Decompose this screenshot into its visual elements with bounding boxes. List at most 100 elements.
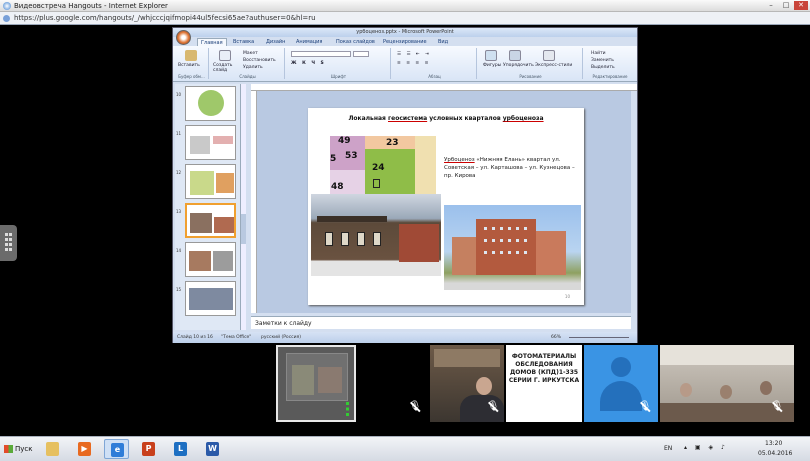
thumb-number: 13 [176, 209, 182, 214]
site-icon [3, 15, 10, 22]
taskbar-powerpoint[interactable]: P [136, 439, 161, 459]
group-paragraph-label: Абзац [428, 74, 441, 79]
map-label: 53 [345, 151, 358, 161]
side-panel-toggle[interactable] [0, 225, 17, 261]
delete-button[interactable]: Удалить [243, 65, 263, 70]
thumbnails-scrollbar[interactable] [241, 84, 246, 330]
select-button[interactable]: Выделить [591, 65, 615, 70]
powerpoint-icon: P [142, 442, 155, 456]
address-url[interactable]: https://plus.google.com/hangouts/_/whjcc… [14, 12, 316, 25]
paste-icon[interactable] [185, 50, 197, 61]
shapes-label[interactable]: Фигуры [483, 63, 501, 68]
taskbar-lync[interactable]: L [168, 439, 193, 459]
taskbar-internet-explorer[interactable]: e [104, 439, 129, 459]
layout-button[interactable]: Макет [243, 51, 258, 56]
wooden-house-photo[interactable] [311, 194, 441, 276]
participant-tile-document[interactable]: ФОТОМАТЕРИАЛЫ ОБСЛЕДОВАНИЯ ДОМОВ (КПД)1-… [506, 345, 582, 422]
slide-thumbnails-pane[interactable]: 10 11 12 13 14 15 [175, 84, 241, 330]
thumb-number: 12 [176, 170, 182, 175]
tab-slideshow[interactable]: Показ слайдов [333, 38, 378, 46]
participant-tile[interactable]: 🎙 [430, 345, 504, 422]
group-font-label: Шрифт [330, 74, 347, 79]
slide-thumbnail-selected[interactable] [185, 203, 236, 238]
taskbar-word[interactable]: W [200, 439, 225, 459]
font-size-field[interactable] [353, 51, 369, 57]
replace-button[interactable]: Заменить [591, 58, 614, 63]
participant-tile[interactable]: 🎙 [358, 345, 428, 422]
clock-date[interactable]: 05.04.2016 [758, 450, 792, 457]
participant-tile-avatar[interactable]: 🎙 [584, 345, 658, 422]
tab-view[interactable]: Вид [435, 38, 451, 46]
map-label: 24 [372, 163, 385, 173]
participant-tile-self[interactable] [276, 345, 356, 422]
tab-animation[interactable]: Анимация [293, 38, 325, 46]
font-name-field[interactable] [291, 51, 351, 57]
participant-tile-classroom[interactable]: 🎙 [660, 345, 794, 422]
title-part: геосистема [388, 115, 428, 122]
status-zoom[interactable]: 66% [551, 332, 561, 343]
shapes-icon[interactable] [485, 50, 497, 61]
tab-insert[interactable]: Вставка [230, 38, 257, 46]
quick-styles-icon[interactable] [543, 50, 555, 61]
new-slide-label[interactable]: Создать слайд [213, 63, 241, 73]
address-bar[interactable]: https://plus.google.com/hangouts/_/whjcc… [0, 12, 810, 25]
avatar-icon [611, 357, 631, 377]
slide-thumbnail[interactable] [185, 86, 236, 121]
participants-strip: 🎙 🎙 ФОТОМАТЕРИАЛЫ ОБСЛЕДОВАНИЯ ДОМОВ (КП… [0, 345, 810, 423]
quarters-map-image[interactable]: 49 23 5 53 24 48 [330, 136, 436, 196]
tray-icons[interactable]: ▴ ▣ ◈ ♪ [684, 444, 728, 451]
tab-design[interactable]: Дизайн [263, 38, 288, 46]
folder-icon [46, 442, 59, 456]
group-clipboard: Вставить Буфер обм... [175, 48, 209, 79]
slide-thumbnail[interactable] [185, 164, 236, 199]
align-icons[interactable]: ≡ ≡ ≡ ≡ [397, 61, 430, 66]
brick-building-photo[interactable] [444, 205, 581, 290]
minimize-button[interactable]: – [764, 1, 778, 10]
slide-title[interactable]: Локальная геосистема условных кварталов … [308, 115, 584, 122]
taskbar-media-player[interactable]: ▶ [72, 439, 97, 459]
internet-explorer-icon: e [111, 443, 124, 457]
language-indicator[interactable]: EN [664, 445, 672, 452]
slide-thumbnail[interactable] [185, 242, 236, 277]
zoom-slider[interactable] [569, 337, 629, 338]
vertical-ruler [251, 91, 257, 313]
slide-thumbnail[interactable] [185, 125, 236, 160]
taskbar-explorer[interactable] [40, 439, 65, 459]
font-format-icons[interactable]: Ж К Ч S [291, 61, 326, 66]
arrange-icon[interactable] [509, 50, 521, 61]
tab-home[interactable]: Главная [197, 38, 227, 46]
document-card-text: ФОТОМАТЕРИАЛЫ ОБСЛЕДОВАНИЯ ДОМОВ (КПД)1-… [508, 353, 580, 384]
notes-field[interactable]: Заметки к слайду [251, 316, 631, 329]
list-icons[interactable]: ☰ ☰ ⇤ ⇥ [397, 52, 431, 57]
arrange-label[interactable]: Упорядочить [503, 63, 534, 68]
new-slide-icon[interactable] [219, 50, 231, 61]
close-button[interactable]: ✕ [794, 1, 808, 10]
slide-thumbnail[interactable] [185, 281, 236, 316]
thumb-number: 11 [176, 131, 182, 136]
word-icon: W [206, 442, 219, 456]
ppt-title-bar: урбоценоз.pptx - Microsoft PowerPoint [173, 28, 637, 37]
browser-title-bar: Видеовстреча Hangouts - Internet Explore… [0, 0, 810, 12]
urbocenosis-link: Урбоценоз [444, 157, 475, 163]
ribbon: Вставить Буфер обм... Создать слайд Маке… [173, 46, 637, 82]
slide[interactable]: Локальная геосистема условных кварталов … [308, 108, 584, 305]
thumb-number: 14 [176, 248, 182, 253]
reset-button[interactable]: Восстановить [243, 58, 276, 63]
map-label: 49 [338, 136, 351, 146]
map-label: 48 [331, 182, 344, 192]
maximize-button[interactable]: □ [779, 1, 793, 10]
paste-label[interactable]: Вставить [178, 63, 200, 68]
status-theme: "Тема Office" [221, 335, 252, 340]
slide-body-text[interactable]: Урбоценоз «Нижняя Елань» квартал ул. Сов… [444, 156, 579, 180]
start-button[interactable]: Пуск [2, 440, 38, 458]
group-paragraph: ☰ ☰ ⇤ ⇥ ≡ ≡ ≡ ≡ Абзац [393, 48, 477, 79]
slide-number: 10 [564, 294, 570, 299]
group-drawing-label: Рисование [519, 74, 542, 79]
quick-styles-label[interactable]: Экспресс-стили [535, 63, 572, 68]
tab-review[interactable]: Рецензирование [380, 38, 430, 46]
windows-taskbar: Пуск ▶ e P L W EN ▴ ▣ ◈ ♪ 13:20 05.04.20… [0, 436, 810, 461]
group-clipboard-label: Буфер обм... [178, 74, 205, 79]
clock-time[interactable]: 13:20 [765, 440, 782, 447]
powerpoint-window: урбоценоз.pptx - Microsoft PowerPoint Гл… [172, 27, 638, 343]
find-button[interactable]: Найти [591, 51, 606, 56]
